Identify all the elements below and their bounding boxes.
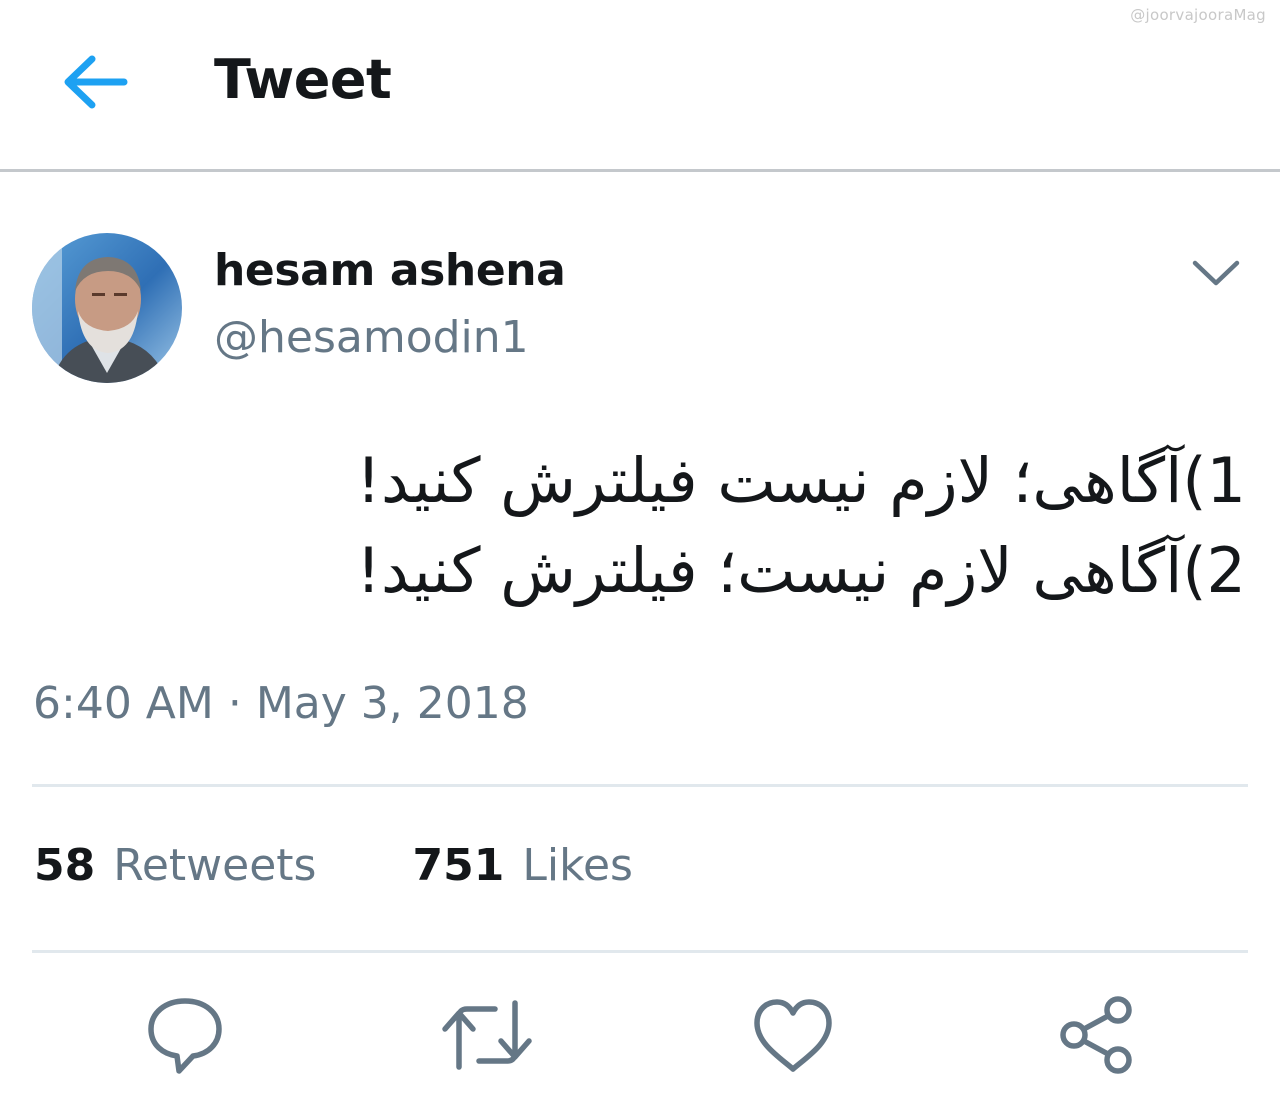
retweets-count: 58	[34, 840, 96, 891]
tweet-actions	[0, 985, 1280, 1085]
speech-bubble-icon	[148, 998, 222, 1074]
tweet-text: 1)آگاهی؛ لازم نیست فیلترش کنید! 2)آگاهی …	[246, 436, 1246, 616]
back-button[interactable]	[50, 46, 140, 118]
heart-icon	[754, 999, 832, 1072]
likes-stat[interactable]: 751 Likes	[412, 840, 633, 891]
tweet-line-1: 1)آگاهی؛ لازم نیست فیلترش کنید!	[356, 444, 1246, 517]
tweet-timestamp[interactable]: 6:40 AM · May 3, 2018	[33, 678, 529, 729]
author-name[interactable]: hesam ashena	[214, 245, 566, 296]
likes-count: 751	[412, 840, 505, 891]
tweet-line-2: 2)آگاهی لازم نیست؛ فیلترش کنید!	[356, 534, 1246, 607]
share-icon	[1060, 996, 1132, 1074]
retweet-button[interactable]	[437, 985, 537, 1085]
retweets-stat[interactable]: 58 Retweets	[34, 840, 316, 891]
divider	[32, 950, 1248, 953]
share-button[interactable]	[1046, 985, 1146, 1085]
retweets-label: Retweets	[113, 840, 317, 891]
profile-photo	[32, 233, 182, 383]
retweet-icon	[442, 1000, 532, 1070]
chevron-down-icon	[1192, 260, 1240, 286]
author-handle[interactable]: @hesamodin1	[214, 312, 529, 363]
top-bar: Tweet	[0, 0, 1280, 172]
reply-button[interactable]	[135, 985, 235, 1085]
page-title: Tweet	[214, 48, 392, 111]
tweet-stats: 58 Retweets 751 Likes	[34, 840, 633, 896]
like-button[interactable]	[743, 985, 843, 1085]
avatar[interactable]	[32, 233, 182, 383]
tweet-menu-button[interactable]	[1186, 248, 1246, 298]
likes-label: Likes	[522, 840, 633, 891]
arrow-left-icon	[64, 55, 128, 109]
divider	[32, 784, 1248, 787]
